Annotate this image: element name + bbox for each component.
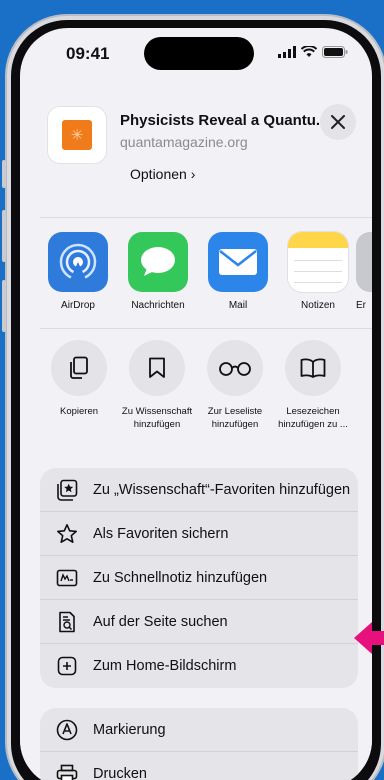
page-domain: quantamagazine.org <box>120 134 248 150</box>
app-label: AirDrop <box>61 300 95 311</box>
app-label: Er <box>356 300 366 311</box>
action-label: Zu Wissenschaft hinzufügen <box>121 406 193 430</box>
app-partial[interactable]: Er <box>356 232 372 311</box>
favorites-folder-icon <box>55 478 79 502</box>
phone-screen: 09:41 ✳ Physicists Reveal a Quantu... qu… <box>20 28 372 780</box>
wifi-icon <box>301 46 317 57</box>
app-airdrop[interactable]: AirDrop <box>38 232 118 311</box>
share-sheet: ✳ Physicists Reveal a Quantu... quantama… <box>20 80 372 780</box>
app-mail[interactable]: Mail <box>198 232 278 311</box>
book-icon <box>285 340 341 396</box>
mail-icon <box>208 232 268 292</box>
list-item-label: Drucken <box>93 766 147 780</box>
apps-row: AirDrop Nachrichten Mail Notizen Er <box>20 232 372 318</box>
list-item-label: Zu „Wissenschaft“-Favoriten hinzufügen <box>93 481 351 498</box>
list-item-find-on-page[interactable]: Auf der Seite suchen <box>40 600 358 644</box>
action-label: Kopieren <box>59 406 99 417</box>
messages-icon <box>128 232 188 292</box>
print-icon <box>55 762 79 780</box>
cellular-signal-icon <box>278 46 296 58</box>
list-item-label: Zum Home-Bildschirm <box>93 658 237 674</box>
action-label: Zur Leseliste hinzufügen <box>207 406 263 430</box>
action-copy[interactable]: Kopieren <box>40 340 118 418</box>
list-item-add-favorites-folder[interactable]: Zu „Wissenschaft“-Favoriten hinzufügen <box>40 468 358 512</box>
side-button <box>2 160 6 188</box>
pointer-arrow-icon <box>354 622 384 654</box>
partial-app-icon <box>356 232 372 292</box>
status-time: 09:41 <box>66 44 110 63</box>
app-label: Mail <box>228 300 248 311</box>
divider <box>40 328 372 329</box>
close-icon <box>331 115 345 129</box>
dynamic-island <box>144 37 254 70</box>
list-item-print[interactable]: Drucken <box>40 752 358 780</box>
divider <box>40 217 372 218</box>
app-messages[interactable]: Nachrichten <box>118 232 198 311</box>
page-title: Physicists Reveal a Quantu... <box>120 112 329 129</box>
glasses-icon <box>207 340 263 396</box>
bookmark-icon <box>129 340 185 396</box>
actions-row: Kopieren Zu Wissenschaft hinzufügen Zur … <box>20 340 372 458</box>
list-item-label: Auf der Seite suchen <box>93 613 228 630</box>
app-label: Nachrichten <box>131 300 185 311</box>
list-item-quick-note[interactable]: Zu Schnellnotiz hinzufügen <box>40 556 358 600</box>
app-notes[interactable]: Notizen <box>278 232 358 311</box>
quick-note-icon <box>55 566 79 590</box>
side-button <box>2 210 6 262</box>
star-icon <box>55 522 79 546</box>
add-square-icon <box>55 654 79 678</box>
status-icons <box>278 46 348 58</box>
options-label: Optionen <box>130 166 187 182</box>
markup-icon <box>55 718 79 742</box>
battery-icon <box>322 46 348 58</box>
action-add-to-science[interactable]: Zu Wissenschaft hinzufügen <box>118 340 196 431</box>
list-item-markup[interactable]: Markierung <box>40 708 358 752</box>
actions-list: Zu „Wissenschaft“-Favoriten hinzufügen A… <box>40 468 358 688</box>
close-button[interactable] <box>320 104 356 140</box>
app-label: Notizen <box>301 300 335 311</box>
list-item-save-favorites[interactable]: Als Favoriten sichern <box>40 512 358 556</box>
options-button[interactable]: Optionen › <box>130 166 195 182</box>
action-label: Lesezeichen hinzufügen zu ... <box>278 406 348 430</box>
list-item-label: Markierung <box>93 721 166 738</box>
notes-icon <box>288 232 348 292</box>
status-bar: 09:41 <box>20 28 372 80</box>
copy-icon <box>51 340 107 396</box>
secondary-actions-list: Markierung Drucken <box>40 708 358 780</box>
site-thumbnail: ✳ <box>48 107 106 163</box>
share-header: ✳ Physicists Reveal a Quantu... quantama… <box>20 80 372 208</box>
chevron-right-icon: › <box>190 166 196 182</box>
list-item-label: Zu Schnellnotiz hinzufügen <box>93 569 268 586</box>
action-add-bookmark[interactable]: Lesezeichen hinzufügen zu ... <box>274 340 352 431</box>
airdrop-icon <box>48 232 108 292</box>
site-logo-icon: ✳ <box>62 120 92 150</box>
action-reading-list[interactable]: Zur Leseliste hinzufügen <box>196 340 274 431</box>
side-button <box>2 280 6 332</box>
find-on-page-icon <box>55 610 79 634</box>
list-item-label: Als Favoriten sichern <box>93 525 229 542</box>
list-item-home-screen[interactable]: Zum Home-Bildschirm <box>40 644 358 688</box>
